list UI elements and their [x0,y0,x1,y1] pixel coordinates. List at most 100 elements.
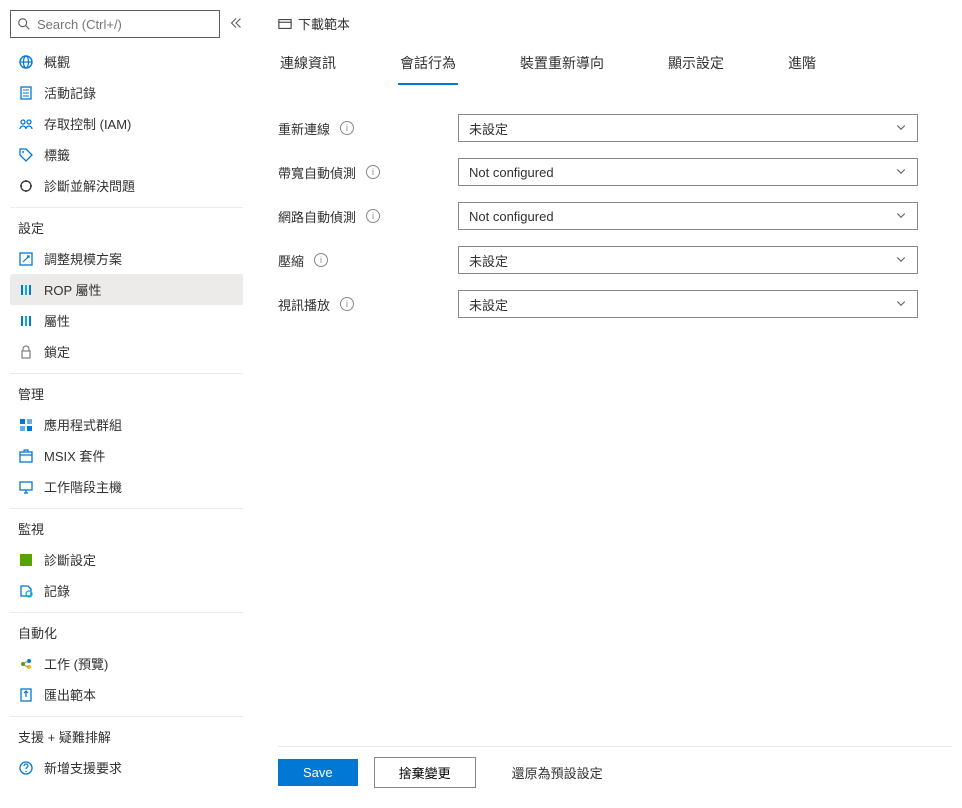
sidebar-item-label: 存取控制 (IAM) [44,114,131,133]
sidebar-item-label: 活動記錄 [44,83,96,102]
tab-進階[interactable]: 進階 [786,47,818,85]
tab-顯示設定[interactable]: 顯示設定 [666,47,726,85]
setting-dropdown[interactable]: Not configured [458,158,918,186]
search-box[interactable] [10,10,220,38]
chevron-down-icon [895,209,907,224]
sidebar-item-label: 概觀 [44,52,70,71]
dropdown-value: 未設定 [469,251,508,270]
props-icon [18,313,34,329]
chevron-double-left-icon [230,17,242,29]
sidebar-item-屬性[interactable]: 屬性 [10,305,243,336]
sidebar-item-label: 鎖定 [44,342,70,361]
info-icon[interactable]: i [366,165,380,179]
msix-icon [18,448,34,464]
globe-icon [18,54,34,70]
info-icon[interactable]: i [366,209,380,223]
setting-label: 視訊播放 i [278,295,458,314]
lock-icon [18,344,34,360]
discard-button[interactable]: 捨棄變更 [374,757,476,788]
support-icon [18,760,34,776]
tab-會話行為[interactable]: 會話行為 [398,47,458,85]
setting-dropdown[interactable]: 未設定 [458,114,918,142]
sidebar-item-label: 調整規模方案 [44,249,122,268]
sidebar-item-label: 診斷設定 [44,550,96,569]
setting-dropdown[interactable]: 未設定 [458,246,918,274]
reset-defaults-link[interactable]: 還原為預設設定 [492,763,603,782]
sidebar-item-標籤[interactable]: 標籤 [10,139,243,170]
setting-row: 網路自動偵測 i Not configured [278,202,952,230]
download-template-button[interactable]: 下載範本 [278,10,952,47]
sidebar-item-記錄[interactable]: 記錄 [10,575,243,606]
setting-dropdown[interactable]: 未設定 [458,290,918,318]
sidebar-item-label: 屬性 [44,311,70,330]
chevron-down-icon [895,165,907,180]
download-template-label: 下載範本 [298,14,350,33]
sidebar-item-label: 工作階段主機 [44,477,122,496]
sidebar-item-鎖定[interactable]: 鎖定 [10,336,243,367]
sidebar-item-概觀[interactable]: 概觀 [10,46,243,77]
setting-row: 壓縮 i 未設定 [278,246,952,274]
iam-icon [18,116,34,132]
sidebar-item-MSIX 套件[interactable]: MSIX 套件 [10,440,243,471]
sidebar-item-應用程式群組[interactable]: 應用程式群組 [10,409,243,440]
sidebar-item-診斷設定[interactable]: 診斷設定 [10,544,243,575]
scale-icon [18,251,34,267]
setting-row: 帶寬自動偵測 i Not configured [278,158,952,186]
sidebar-section-header: 支援 + 疑難排解 [10,716,243,752]
sidebar-item-label: ROP 屬性 [44,280,102,299]
sidebar-item-診斷並解決問題[interactable]: 診斷並解決問題 [10,170,243,201]
sidebar-item-label: 標籤 [44,145,70,164]
diagnose-icon [18,178,34,194]
info-icon[interactable]: i [340,121,354,135]
export-icon [18,687,34,703]
footer-bar: Save 捨棄變更 還原為預設設定 [278,746,952,798]
collapse-sidebar-button[interactable] [226,13,246,36]
sidebar-item-label: 診斷並解決問題 [44,176,135,195]
tabs: 連線資訊 會話行為 裝置重新導向 顯示設定 進階 [278,47,952,86]
sidebar-item-工作 (預覽)[interactable]: 工作 (預覽) [10,648,243,679]
search-icon [17,17,31,31]
dropdown-value: Not configured [469,209,554,224]
sidebar-item-工作階段主機[interactable]: 工作階段主機 [10,471,243,502]
dropdown-value: Not configured [469,165,554,180]
setting-label: 壓縮 i [278,251,458,270]
search-input[interactable] [37,17,213,32]
sidebar: 概觀活動記錄存取控制 (IAM) 標籤診斷並解決問題 設定調整規模方案 ROP 屬性… [10,10,250,798]
sidebar-item-label: 匯出範本 [44,685,96,704]
sidebar-item-label: 應用程式群組 [44,415,122,434]
chevron-down-icon [895,297,907,312]
setting-dropdown[interactable]: Not configured [458,202,918,230]
tasks-icon [18,656,34,672]
log-icon [18,85,34,101]
sidebar-section-header: 自動化 [10,612,243,648]
setting-row: 重新連線 i 未設定 [278,114,952,142]
sidebar-item-label: MSIX 套件 [44,446,105,465]
appgroup-icon [18,417,34,433]
tag-icon [18,147,34,163]
chevron-down-icon [895,121,907,136]
info-icon[interactable]: i [314,253,328,267]
sidebar-section-header: 監視 [10,508,243,544]
setting-label: 網路自動偵測 i [278,207,458,226]
logs-icon [18,583,34,599]
tab-裝置重新導向[interactable]: 裝置重新導向 [518,47,606,85]
sidebar-item-label: 新增支援要求 [44,758,122,777]
diagsettings-icon [18,552,34,568]
sidebar-section-header: 管理 [10,373,243,409]
sidebar-item-存取控制 (IAM)[interactable]: 存取控制 (IAM) [10,108,243,139]
sidebar-item-label: 記錄 [44,581,70,600]
save-button[interactable]: Save [278,759,358,786]
dropdown-value: 未設定 [469,295,508,314]
sidebar-section-header: 設定 [10,207,243,243]
dropdown-value: 未設定 [469,119,508,138]
sidebar-item-調整規模方案[interactable]: 調整規模方案 [10,243,243,274]
sidebar-item-新增支援要求[interactable]: 新增支援要求 [10,752,243,783]
sidebar-item-ROP 屬性[interactable]: ROP 屬性 [10,274,243,305]
host-icon [18,479,34,495]
sidebar-item-匯出範本[interactable]: 匯出範本 [10,679,243,710]
info-icon[interactable]: i [340,297,354,311]
tab-連線資訊[interactable]: 連線資訊 [278,47,338,85]
setting-label: 帶寬自動偵測 i [278,163,458,182]
sidebar-item-活動記錄[interactable]: 活動記錄 [10,77,243,108]
download-icon [278,17,292,31]
